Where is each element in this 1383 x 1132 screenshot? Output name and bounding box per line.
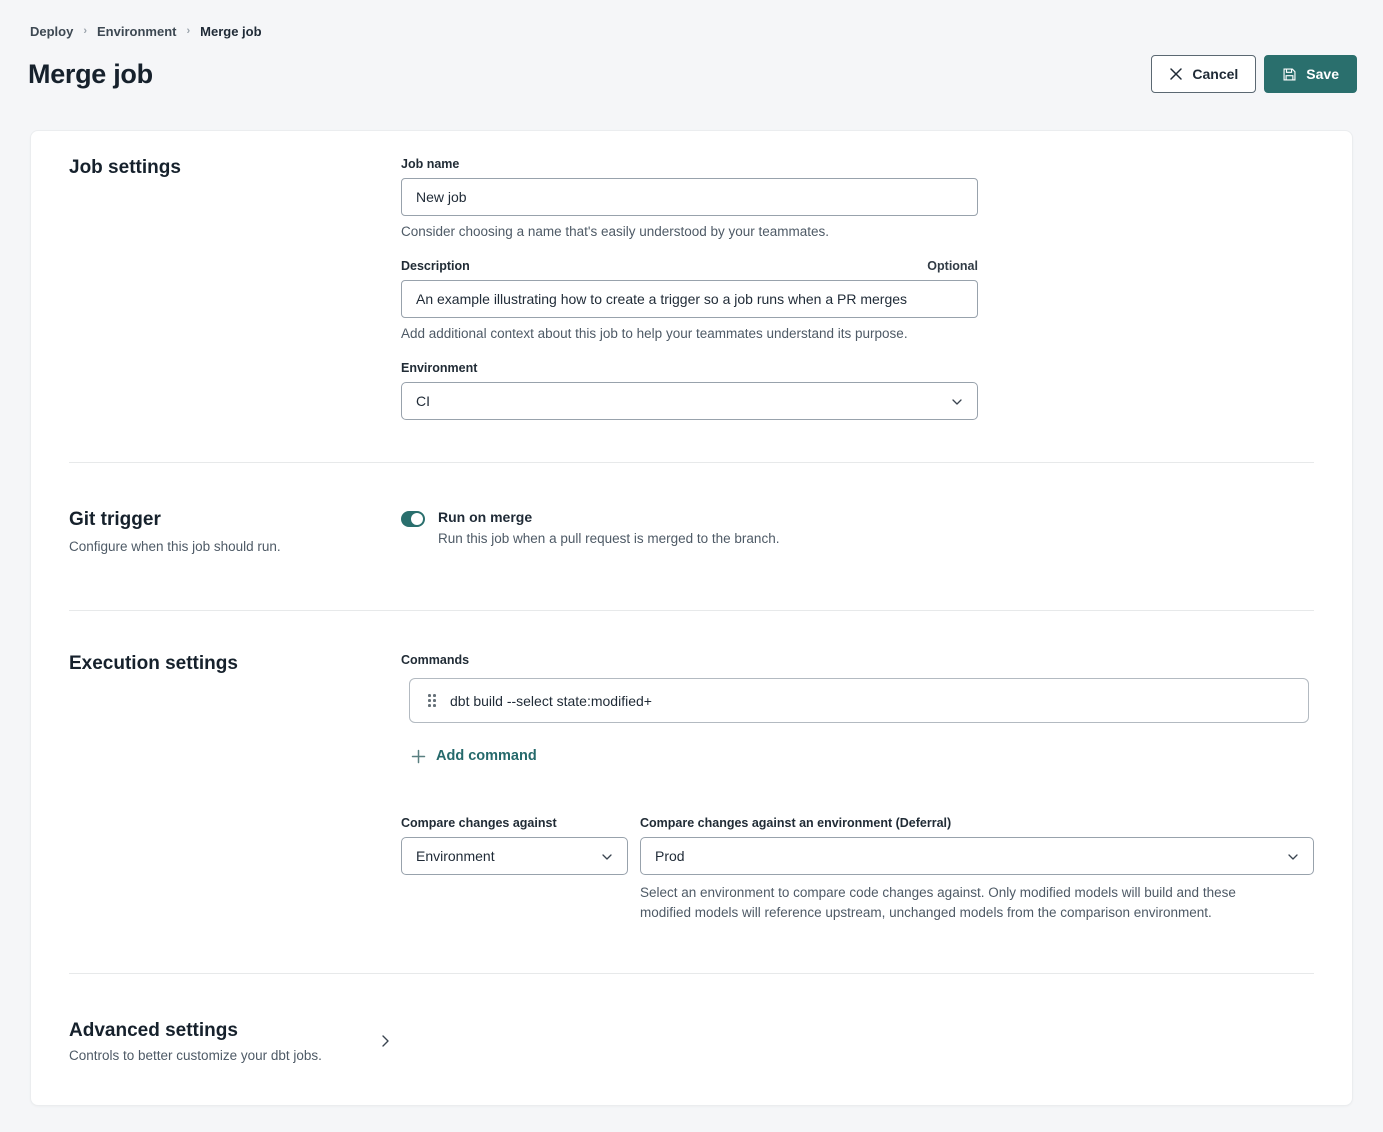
description-optional-badge: Optional <box>927 259 978 273</box>
deferral-group: Compare changes against an environment (… <box>640 816 1314 924</box>
breadcrumb-merge-job: Merge job <box>200 24 261 39</box>
run-on-merge-text: Run on merge Run this job when a pull re… <box>438 509 779 546</box>
job-name-input[interactable] <box>401 178 978 216</box>
breadcrumb-separator-icon: › <box>186 26 190 37</box>
environment-select[interactable]: CI <box>401 382 978 420</box>
job-name-field-group: Job name Consider choosing a name that's… <box>401 157 1314 239</box>
toggle-knob <box>411 513 423 525</box>
chevron-down-icon <box>601 848 613 864</box>
command-row <box>409 678 1309 723</box>
save-button[interactable]: Save <box>1264 55 1357 93</box>
description-label: Description <box>401 259 470 273</box>
x-icon <box>1169 67 1183 81</box>
deferral-select[interactable]: Prod <box>640 837 1314 875</box>
run-on-merge-description: Run this job when a pull request is merg… <box>438 531 779 546</box>
run-on-merge-toggle[interactable] <box>401 511 425 527</box>
cancel-button[interactable]: Cancel <box>1151 55 1256 93</box>
compare-against-group: Compare changes against Environment <box>401 816 628 924</box>
drag-handle-icon[interactable] <box>428 694 436 707</box>
description-input[interactable] <box>401 280 978 318</box>
add-command-button[interactable]: Add command <box>411 748 537 764</box>
section-advanced-settings[interactable]: Advanced settings Controls to better cus… <box>31 974 1352 1109</box>
description-label-row: Description Optional <box>401 259 978 273</box>
breadcrumb-deploy[interactable]: Deploy <box>30 24 73 39</box>
description-field-group: Description Optional Add additional cont… <box>401 259 1314 341</box>
deferral-helper: Select an environment to compare code ch… <box>640 883 1290 924</box>
advanced-settings-heading-col: Advanced settings Controls to better cus… <box>69 1020 401 1063</box>
add-command-label: Add command <box>436 748 537 764</box>
section-job-settings: Job settings Job name Consider choosing … <box>31 131 1352 462</box>
environment-select-value: CI <box>416 393 430 409</box>
advanced-settings-heading: Advanced settings <box>69 1020 401 1042</box>
git-trigger-heading-col: Git trigger Configure when this job shou… <box>69 509 401 554</box>
deferral-select-value: Prod <box>655 848 685 864</box>
run-on-merge-label: Run on merge <box>438 509 779 525</box>
description-helper: Add additional context about this job to… <box>401 326 1314 341</box>
breadcrumb-separator-icon: › <box>83 26 87 37</box>
execution-settings-form: Commands Add command Compare changes a <box>401 653 1314 923</box>
execution-settings-heading-col: Execution settings <box>69 653 401 923</box>
chevron-down-icon <box>951 393 963 409</box>
run-on-merge-row: Run on merge Run this job when a pull re… <box>401 509 1314 546</box>
git-trigger-subtitle: Configure when this job should run. <box>69 539 401 554</box>
breadcrumb-environment[interactable]: Environment <box>97 24 176 39</box>
floppy-disk-icon <box>1282 67 1297 82</box>
section-git-trigger: Git trigger Configure when this job shou… <box>31 463 1352 610</box>
breadcrumb: Deploy › Environment › Merge job <box>0 0 1383 39</box>
compare-against-select-value: Environment <box>416 848 495 864</box>
job-name-helper: Consider choosing a name that's easily u… <box>401 224 1314 239</box>
environment-field-group: Environment CI <box>401 361 1314 420</box>
execution-settings-heading: Execution settings <box>69 653 401 675</box>
header-actions: Cancel Save <box>1151 55 1357 93</box>
job-settings-card: Job settings Job name Consider choosing … <box>30 130 1353 1106</box>
chevron-right-icon[interactable] <box>381 1034 390 1063</box>
job-settings-heading-col: Job settings <box>69 157 401 420</box>
chevron-down-icon <box>1287 848 1299 864</box>
merge-job-page: Deploy › Environment › Merge job Merge j… <box>0 0 1383 1132</box>
git-trigger-heading: Git trigger <box>69 509 401 531</box>
commands-label: Commands <box>401 653 1314 667</box>
compare-against-select[interactable]: Environment <box>401 837 628 875</box>
job-settings-form: Job name Consider choosing a name that's… <box>401 157 1314 420</box>
cancel-button-label: Cancel <box>1192 66 1238 82</box>
save-button-label: Save <box>1306 66 1339 82</box>
job-name-label: Job name <box>401 157 1314 171</box>
command-input[interactable] <box>450 693 1292 709</box>
plus-icon <box>411 749 426 764</box>
job-settings-heading: Job settings <box>69 157 401 179</box>
compare-row: Compare changes against Environment Comp… <box>401 816 1314 924</box>
environment-label: Environment <box>401 361 1314 375</box>
section-execution-settings: Execution settings Commands Add command <box>31 611 1352 973</box>
compare-against-label: Compare changes against <box>401 816 628 830</box>
page-title: Merge job <box>28 59 153 90</box>
git-trigger-form: Run on merge Run this job when a pull re… <box>401 509 1314 554</box>
advanced-settings-subtitle: Controls to better customize your dbt jo… <box>69 1048 401 1063</box>
deferral-label: Compare changes against an environment (… <box>640 816 1314 830</box>
page-header: Merge job Cancel Save <box>0 39 1383 93</box>
